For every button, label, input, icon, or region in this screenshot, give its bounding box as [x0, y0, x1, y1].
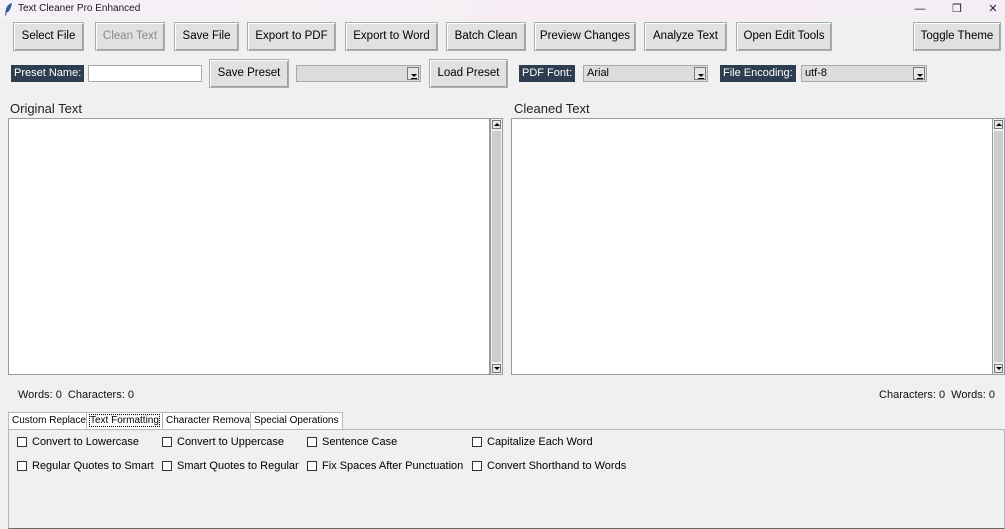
arrow-up-icon[interactable]: [492, 120, 501, 129]
load-preset-button[interactable]: Load Preset: [429, 59, 508, 88]
save-preset-button[interactable]: Save Preset: [209, 59, 289, 88]
select-file-button[interactable]: Select File: [13, 22, 84, 51]
checkbox-box[interactable]: [162, 461, 172, 471]
arrow-down-icon[interactable]: [492, 364, 501, 373]
export-word-button[interactable]: Export to Word: [345, 22, 438, 51]
tab-custom-replace[interactable]: Custom Replace: [8, 412, 90, 430]
clean-text-button[interactable]: Clean Text: [95, 22, 165, 51]
feather-icon: [5, 3, 12, 16]
checkbox-box[interactable]: [307, 437, 317, 447]
close-button[interactable]: ✕: [978, 0, 1005, 19]
original-text-area[interactable]: [8, 118, 490, 375]
save-file-button[interactable]: Save File: [174, 22, 239, 51]
chevron-down-icon[interactable]: [694, 67, 706, 80]
original-text-label: Original Text: [10, 101, 83, 116]
tab-label: Custom Replace: [12, 415, 86, 426]
original-stats: Words: 0 Characters: 0: [18, 389, 134, 401]
cleaned-text-area[interactable]: [511, 118, 993, 375]
restore-button[interactable]: ❐: [942, 0, 972, 19]
checkbox-label: Regular Quotes to Smart: [32, 460, 154, 472]
preset-name-label: Preset Name:: [11, 65, 85, 82]
tab-label: Character Removal: [166, 415, 253, 426]
tab-character-removal[interactable]: Character Removal: [162, 412, 257, 430]
tab-label: Special Operations: [254, 415, 339, 426]
analyze-text-button[interactable]: Analyze Text: [644, 22, 727, 51]
chevron-down-icon[interactable]: [407, 67, 419, 80]
checkbox-label: Smart Quotes to Regular: [177, 460, 299, 472]
preset-name-input[interactable]: [88, 65, 202, 82]
text-formatting-panel: Convert to Lowercase Convert to Uppercas…: [8, 429, 1005, 529]
checkbox-label: Convert Shorthand to Words: [487, 460, 627, 472]
batch-clean-button[interactable]: Batch Clean: [446, 22, 526, 51]
tab-text-formatting[interactable]: Text Formatting: [86, 412, 163, 430]
checkbox-box[interactable]: [472, 437, 482, 447]
checkbox-label: Capitalize Each Word: [487, 436, 593, 448]
checkbox-label: Convert to Uppercase: [177, 436, 284, 448]
tab-special-operations[interactable]: Special Operations: [250, 412, 343, 430]
toggle-theme-button[interactable]: Toggle Theme: [913, 22, 1001, 51]
checkbox-box[interactable]: [17, 437, 27, 447]
preview-changes-button[interactable]: Preview Changes: [534, 22, 636, 51]
original-scrollbar[interactable]: [490, 118, 503, 375]
checkbox-box[interactable]: [472, 461, 482, 471]
cleaned-text-label: Cleaned Text: [514, 101, 590, 116]
pdf-font-label: PDF Font:: [519, 65, 576, 82]
cleaned-scrollbar[interactable]: [992, 118, 1005, 375]
pdf-font-value: Arial: [587, 67, 610, 79]
title-bar: Text Cleaner Pro Enhanced — ❐ ✕: [0, 0, 1005, 19]
export-pdf-button[interactable]: Export to PDF: [247, 22, 336, 51]
checkbox-label: Fix Spaces After Punctuation: [322, 460, 464, 472]
checkbox-label: Sentence Case: [322, 436, 398, 448]
checkbox-box[interactable]: [162, 437, 172, 447]
window-title: Text Cleaner Pro Enhanced: [18, 3, 141, 14]
checkbox-box[interactable]: [17, 461, 27, 471]
arrow-up-icon[interactable]: [994, 120, 1003, 129]
preset-select[interactable]: [296, 65, 421, 82]
file-encoding-select[interactable]: utf-8: [801, 65, 927, 82]
minimize-button[interactable]: —: [905, 0, 935, 19]
scrollbar-thumb[interactable]: [994, 131, 1003, 362]
checkbox-box[interactable]: [307, 461, 317, 471]
arrow-down-icon[interactable]: [994, 364, 1003, 373]
file-encoding-label: File Encoding:: [720, 65, 796, 82]
tab-label: Text Formatting: [89, 414, 160, 427]
cleaned-stats: Characters: 0 Words: 0: [879, 389, 995, 401]
pdf-font-select[interactable]: Arial: [583, 65, 708, 82]
scrollbar-thumb[interactable]: [492, 131, 501, 362]
open-edit-tools-button[interactable]: Open Edit Tools: [736, 22, 832, 51]
chevron-down-icon[interactable]: [913, 67, 925, 80]
file-encoding-value: utf-8: [805, 67, 828, 79]
checkbox-label: Convert to Lowercase: [32, 436, 139, 448]
